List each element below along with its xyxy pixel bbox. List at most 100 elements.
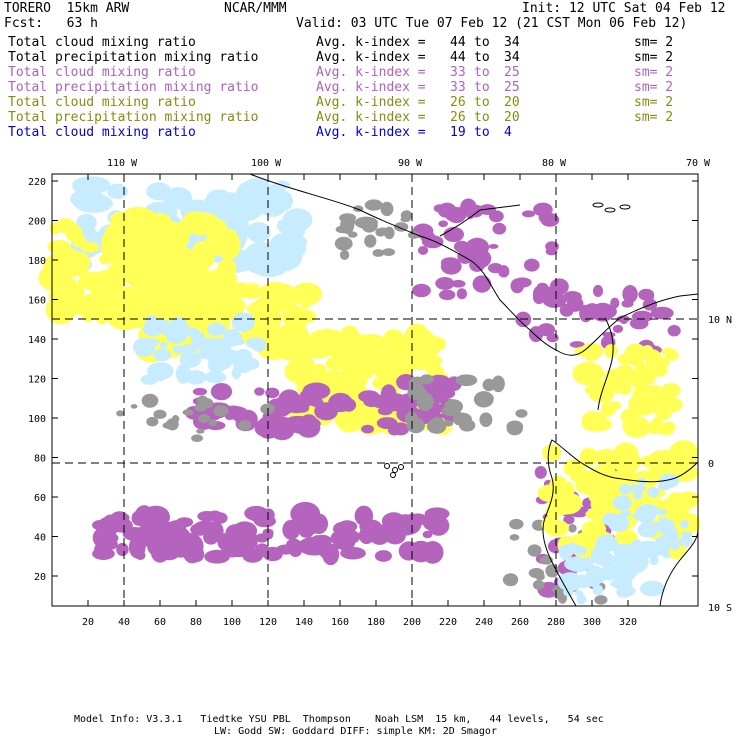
cloud-lightblue-patch (629, 549, 642, 558)
cloud-lightblue-patch (133, 337, 156, 357)
cloud-gray-patch (482, 378, 496, 392)
cloud-purple-patch (435, 276, 455, 290)
latitude-label: 0 (708, 459, 714, 470)
cloud-lightblue-patch (207, 322, 227, 337)
precip-yellow-patch (562, 487, 575, 495)
cloud-purple-patch (521, 210, 536, 218)
cloud-gray-patch (509, 518, 524, 530)
cloud-lightblue-patch (609, 571, 623, 581)
cloud-gray-patch (382, 248, 396, 257)
cloud-purple-patch (92, 547, 115, 560)
precip-yellow-patch (81, 309, 95, 322)
precip-yellow-patch (648, 450, 679, 468)
precip-yellow-patch (49, 222, 61, 235)
cloud-gray-patch (171, 414, 180, 423)
cloud-lightblue-patch (204, 370, 227, 384)
precip-yellow-patch (292, 309, 317, 324)
cloud-purple-patch (392, 422, 410, 436)
cloud-gray-patch (532, 579, 545, 590)
cloud-lightblue-patch (631, 539, 642, 548)
cloud-lightblue-patch (142, 321, 164, 337)
cloud-gray-patch (141, 393, 159, 408)
cloud-purple-patch (282, 519, 301, 540)
cloud-lightblue-patch (184, 327, 200, 337)
precip-yellow-patch (241, 283, 262, 299)
y-tick-label: 60 (34, 493, 46, 504)
cloud-gray-patch (502, 573, 519, 587)
cloud-gray-patch (444, 399, 463, 414)
precip-yellow-patch (588, 477, 599, 487)
cloud-gray-patch (375, 227, 391, 236)
galapagos-island (384, 463, 390, 469)
cloud-purple-patch (207, 510, 223, 522)
cloud-purple-patch (231, 407, 248, 423)
cloud-lightblue-patch (180, 198, 192, 208)
cloud-purple-patch (374, 550, 392, 562)
latitude-label: 10 N (708, 315, 732, 326)
precip-yellow-patch (628, 376, 650, 388)
galapagos-island (390, 472, 396, 478)
precip-yellow-patch (82, 293, 103, 307)
x-tick-label: 100 (223, 617, 241, 628)
cloud-lightblue-patch (569, 578, 578, 588)
cloud-purple-patch (150, 542, 170, 563)
cloud-purple-patch (457, 249, 473, 264)
cloud-lightblue-patch (231, 312, 255, 332)
cloud-purple-patch (536, 282, 548, 290)
cloud-purple-patch (361, 424, 375, 434)
precip-yellow-patch (604, 344, 618, 359)
precip-yellow-patch (589, 389, 614, 403)
precip-yellow-patch (624, 343, 647, 363)
y-tick-label: 120 (28, 375, 46, 386)
precip-yellow-patch (164, 263, 180, 278)
cloud-lightblue-patch (610, 554, 623, 565)
cloud-lightblue-patch (661, 528, 672, 536)
cloud-gray-patch (408, 377, 423, 391)
cloud-purple-patch (128, 535, 146, 559)
cloud-purple-patch (340, 546, 366, 560)
cloud-purple-patch (631, 310, 653, 323)
x-tick-label: 260 (511, 617, 529, 628)
cloud-purple-patch (285, 538, 302, 552)
precip-yellow-patch (174, 297, 195, 315)
cloud-lightblue-patch (568, 560, 589, 573)
cloud-purple-patch (510, 278, 525, 294)
cloud-purple-patch (295, 403, 310, 413)
cloud-purple-patch (252, 510, 271, 521)
cloud-lightblue-patch (574, 590, 584, 597)
cloud-purple-patch (592, 284, 604, 298)
precip-yellow-patch (356, 348, 375, 366)
cloud-gray-patch (442, 420, 454, 427)
cloud-lightblue-patch (276, 233, 308, 251)
precip-yellow-patch (104, 292, 134, 308)
cloud-purple-patch (438, 220, 449, 228)
precip-yellow-patch (300, 298, 312, 309)
x-tick-label: 200 (403, 617, 421, 628)
cloud-lightblue-patch (251, 344, 266, 352)
cloud-gray-patch (528, 568, 545, 579)
cloud-lightblue-patch (220, 349, 243, 364)
precip-yellow-patch (259, 281, 292, 306)
cloud-gray-patch (116, 410, 125, 417)
cloud-gray-patch (568, 523, 577, 533)
latitude-label: 10 S (708, 603, 732, 614)
precip-yellow-patch (93, 307, 108, 323)
precip-yellow-patch (644, 392, 669, 414)
cloud-lightblue-patch (592, 584, 604, 596)
cloud-lightblue-patch (678, 536, 693, 547)
precip-yellow-patch (153, 245, 189, 263)
cloud-purple-patch (472, 275, 492, 293)
cloud-purple-patch (612, 324, 624, 333)
y-tick-label: 180 (28, 256, 46, 267)
cloud-purple-patch (134, 505, 154, 528)
precip-yellow-patch (543, 447, 557, 458)
cloud-lightblue-patch (70, 188, 105, 209)
cloud-purple-patch (421, 541, 444, 564)
cloud-lightblue-patch (592, 550, 613, 564)
x-tick-label: 20 (82, 617, 94, 628)
precip-yellow-patch (126, 224, 139, 236)
cloud-purple-patch (328, 392, 353, 413)
cloud-purple-patch (488, 210, 504, 223)
cloud-purple-patch (542, 291, 567, 308)
precip-yellow-patch (622, 416, 651, 438)
